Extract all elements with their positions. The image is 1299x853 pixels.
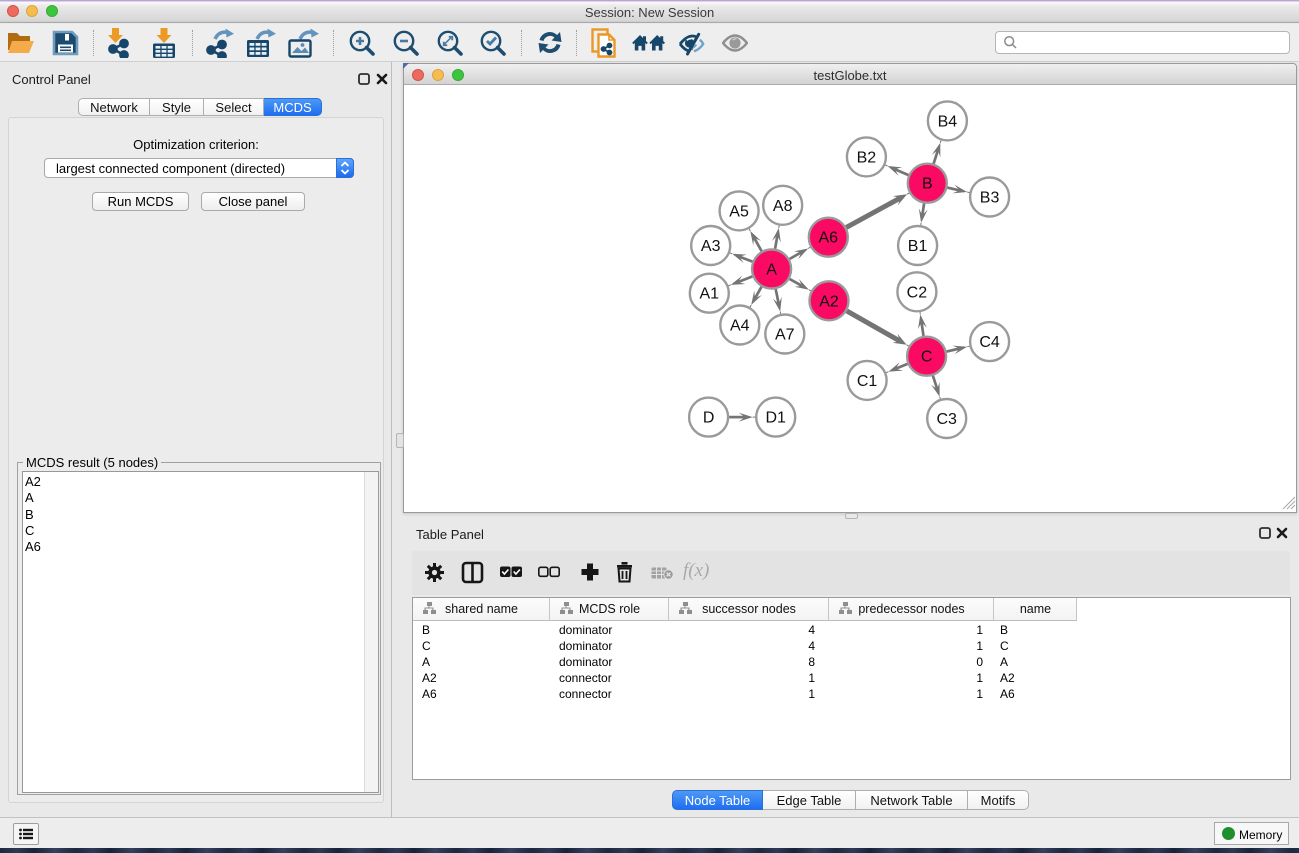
svg-text:D: D	[703, 410, 715, 427]
svg-text:C1: C1	[857, 373, 878, 390]
svg-text:B4: B4	[938, 113, 958, 130]
svg-text:A8: A8	[773, 198, 793, 215]
svg-text:A: A	[766, 262, 777, 279]
svg-text:A2: A2	[819, 293, 839, 310]
svg-text:A1: A1	[700, 286, 720, 303]
svg-text:A5: A5	[729, 203, 749, 220]
svg-text:A6: A6	[819, 230, 839, 247]
svg-text:A3: A3	[701, 238, 721, 255]
svg-text:C3: C3	[936, 411, 957, 428]
svg-text:B3: B3	[980, 190, 1000, 207]
svg-text:B: B	[922, 176, 933, 193]
svg-text:B2: B2	[857, 149, 877, 166]
svg-text:C2: C2	[907, 284, 928, 301]
svg-text:A7: A7	[775, 327, 795, 344]
svg-text:C: C	[921, 349, 933, 366]
svg-text:A4: A4	[730, 318, 750, 335]
svg-text:D1: D1	[765, 410, 786, 427]
svg-text:C4: C4	[979, 334, 1000, 351]
svg-text:B1: B1	[908, 238, 928, 255]
